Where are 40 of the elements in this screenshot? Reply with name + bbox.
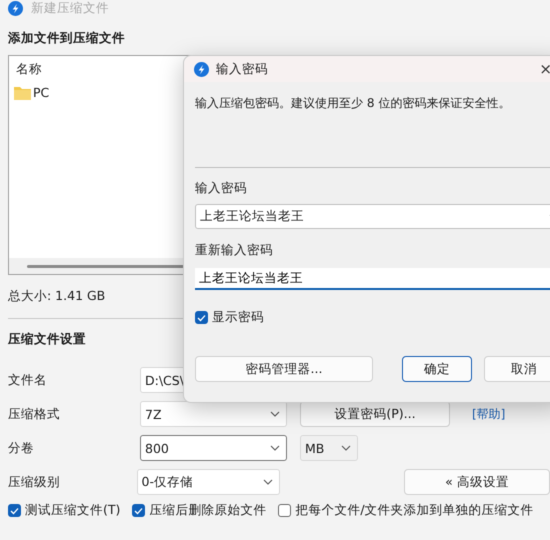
field-label: 重新输入密码: [195, 242, 274, 259]
close-icon[interactable]: ×: [539, 60, 550, 78]
checkbox[interactable]: [8, 504, 21, 517]
select-field[interactable]: 7Z: [140, 401, 287, 427]
total-size: 总大小: 1.41 GB: [8, 288, 106, 305]
help-link[interactable]: [帮助]: [472, 406, 506, 422]
section-heading: 压缩文件设置: [8, 331, 87, 348]
select-field[interactable]: 800: [140, 435, 287, 461]
checkbox-label: 把每个文件/文件夹添加到单独的压缩文件: [295, 502, 534, 519]
checkbox-label: 显示密码: [212, 309, 264, 326]
checkbox-label: 压缩后删除原始文件: [149, 502, 266, 519]
chevron-down-icon: [270, 445, 280, 451]
checkbox[interactable]: [195, 311, 208, 324]
dialog-message: 输入压缩包密码。建议使用至少 8 位的密码来保证安全性。: [195, 95, 512, 112]
checkbox-label: 测试压缩文件(T): [25, 502, 120, 519]
field-label: 压缩格式: [8, 406, 61, 422]
folder-icon: [14, 86, 31, 100]
field-label: 压缩级别: [8, 474, 61, 490]
settings-button[interactable]: 设置密码(P)...: [300, 401, 450, 427]
field-label: 文件名: [8, 372, 48, 388]
checkbox[interactable]: [132, 504, 146, 517]
repeat-password-field[interactable]: 上老王论坛当老王: [195, 268, 550, 290]
section-heading: 添加文件到压缩文件: [8, 30, 126, 47]
dialog-button[interactable]: 确定: [402, 356, 472, 382]
dialog-title: 输入密码: [216, 60, 268, 78]
list-item[interactable]: PC: [33, 85, 50, 100]
chevron-down-icon: [270, 411, 280, 417]
chevron-down-icon: [262, 479, 273, 485]
unit-select[interactable]: MB: [300, 435, 358, 461]
window-title: 新建压缩文件: [31, 0, 109, 16]
select-field[interactable]: 0-仅存储: [136, 469, 280, 495]
field-label: 分卷: [8, 440, 35, 456]
password-field[interactable]: 上老王论坛当老王: [195, 204, 550, 229]
dialog-button[interactable]: 密码管理器...: [195, 356, 373, 382]
dialog-button[interactable]: 取消: [484, 356, 550, 382]
settings-button[interactable]: « 高级设置: [404, 469, 550, 495]
checkbox[interactable]: [278, 504, 292, 517]
chevron-down-icon: [341, 445, 351, 451]
field-label: 输入密码: [195, 180, 248, 197]
app-logo-icon: [194, 62, 209, 76]
